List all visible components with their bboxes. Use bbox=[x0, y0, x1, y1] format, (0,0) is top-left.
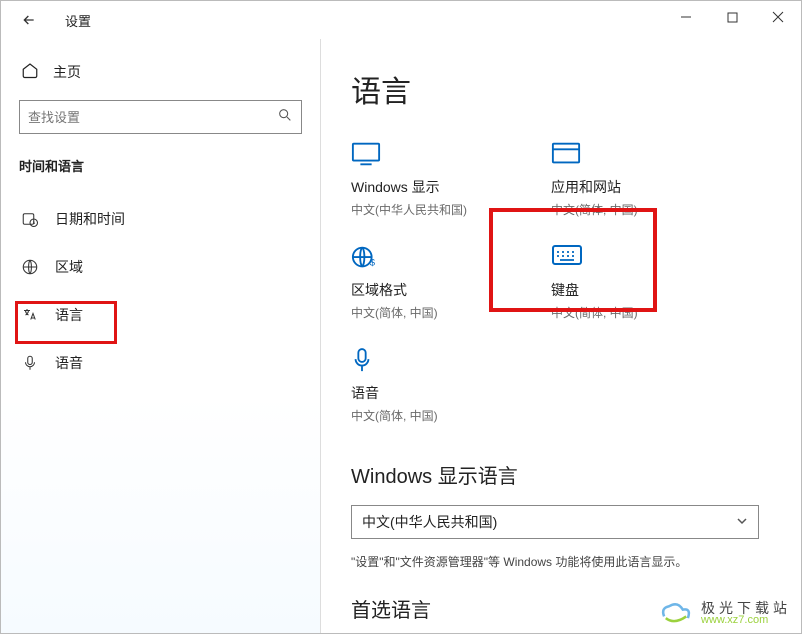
minimize-button[interactable] bbox=[663, 1, 709, 33]
tile-sublabel: 中文(简体, 中国) bbox=[351, 407, 511, 424]
tile-keyboard[interactable]: 键盘 中文(简体, 中国) bbox=[551, 244, 711, 321]
monitor-icon bbox=[351, 141, 381, 167]
display-language-dropdown[interactable]: 中文(中华人民共和国) bbox=[351, 505, 759, 539]
tile-grid: Windows 显示 中文(中华人民共和国) 应用和网站 中文(简体, 中国) … bbox=[351, 141, 771, 450]
home-link[interactable]: 主页 bbox=[19, 61, 302, 82]
sidebar-item-label: 语言 bbox=[55, 305, 83, 325]
home-label: 主页 bbox=[53, 62, 81, 82]
tile-apps-websites[interactable]: 应用和网站 中文(简体, 中国) bbox=[551, 141, 711, 218]
calendar-clock-icon bbox=[21, 210, 39, 228]
sidebar-item-label: 日期和时间 bbox=[55, 209, 125, 229]
tile-speech[interactable]: 语音 中文(简体, 中国) bbox=[351, 347, 511, 424]
search-input[interactable] bbox=[28, 110, 277, 125]
maximize-button[interactable] bbox=[709, 1, 755, 33]
tile-label: 键盘 bbox=[551, 280, 711, 300]
tile-label: 语音 bbox=[351, 383, 511, 403]
sidebar-item-label: 区域 bbox=[55, 257, 83, 277]
microphone-icon bbox=[21, 354, 39, 372]
sidebar-section-title: 时间和语言 bbox=[19, 156, 302, 175]
microphone-icon bbox=[351, 347, 381, 373]
back-button[interactable] bbox=[19, 10, 39, 30]
tile-sublabel: 中文(简体, 中国) bbox=[551, 304, 711, 321]
display-language-heading: Windows 显示语言 bbox=[351, 460, 771, 489]
sidebar-item-label: 语音 bbox=[55, 353, 83, 373]
page-heading: 语言 bbox=[351, 67, 771, 111]
keyboard-icon bbox=[551, 244, 581, 270]
preferred-language-heading: 首选语言 bbox=[351, 594, 771, 623]
globe-icon bbox=[21, 258, 39, 276]
sidebar: 主页 时间和语言 日期和时间 区域 语言 bbox=[1, 39, 321, 633]
search-icon bbox=[277, 107, 293, 128]
tile-label: 区域格式 bbox=[351, 280, 511, 300]
tile-sublabel: 中文(简体, 中国) bbox=[551, 201, 711, 218]
tile-sublabel: 中文(中华人民共和国) bbox=[351, 201, 511, 218]
dropdown-value: 中文(中华人民共和国) bbox=[362, 512, 497, 532]
home-icon bbox=[21, 61, 39, 82]
window-title: 设置 bbox=[65, 11, 91, 30]
chevron-down-icon bbox=[736, 514, 748, 530]
close-button[interactable] bbox=[755, 1, 801, 33]
svg-text:$: $ bbox=[370, 257, 376, 267]
window-icon bbox=[551, 141, 581, 167]
globe-currency-icon: $ bbox=[351, 244, 381, 270]
main-content: 语言 Windows 显示 中文(中华人民共和国) 应用和网站 中文(简体, 中… bbox=[321, 39, 801, 633]
sidebar-item-datetime[interactable]: 日期和时间 bbox=[19, 197, 302, 241]
tile-sublabel: 中文(简体, 中国) bbox=[351, 304, 511, 321]
sidebar-item-speech[interactable]: 语音 bbox=[19, 341, 302, 385]
tile-windows-display[interactable]: Windows 显示 中文(中华人民共和国) bbox=[351, 141, 511, 218]
sidebar-item-language[interactable]: 语言 bbox=[19, 293, 302, 337]
tile-region-format[interactable]: $ 区域格式 中文(简体, 中国) bbox=[351, 244, 511, 321]
tile-label: 应用和网站 bbox=[551, 177, 711, 197]
language-icon bbox=[21, 306, 39, 324]
search-box[interactable] bbox=[19, 100, 302, 134]
display-language-help: "设置"和"文件资源管理器"等 Windows 功能将使用此语言显示。 bbox=[351, 553, 771, 570]
tile-label: Windows 显示 bbox=[351, 177, 511, 197]
sidebar-item-region[interactable]: 区域 bbox=[19, 245, 302, 289]
